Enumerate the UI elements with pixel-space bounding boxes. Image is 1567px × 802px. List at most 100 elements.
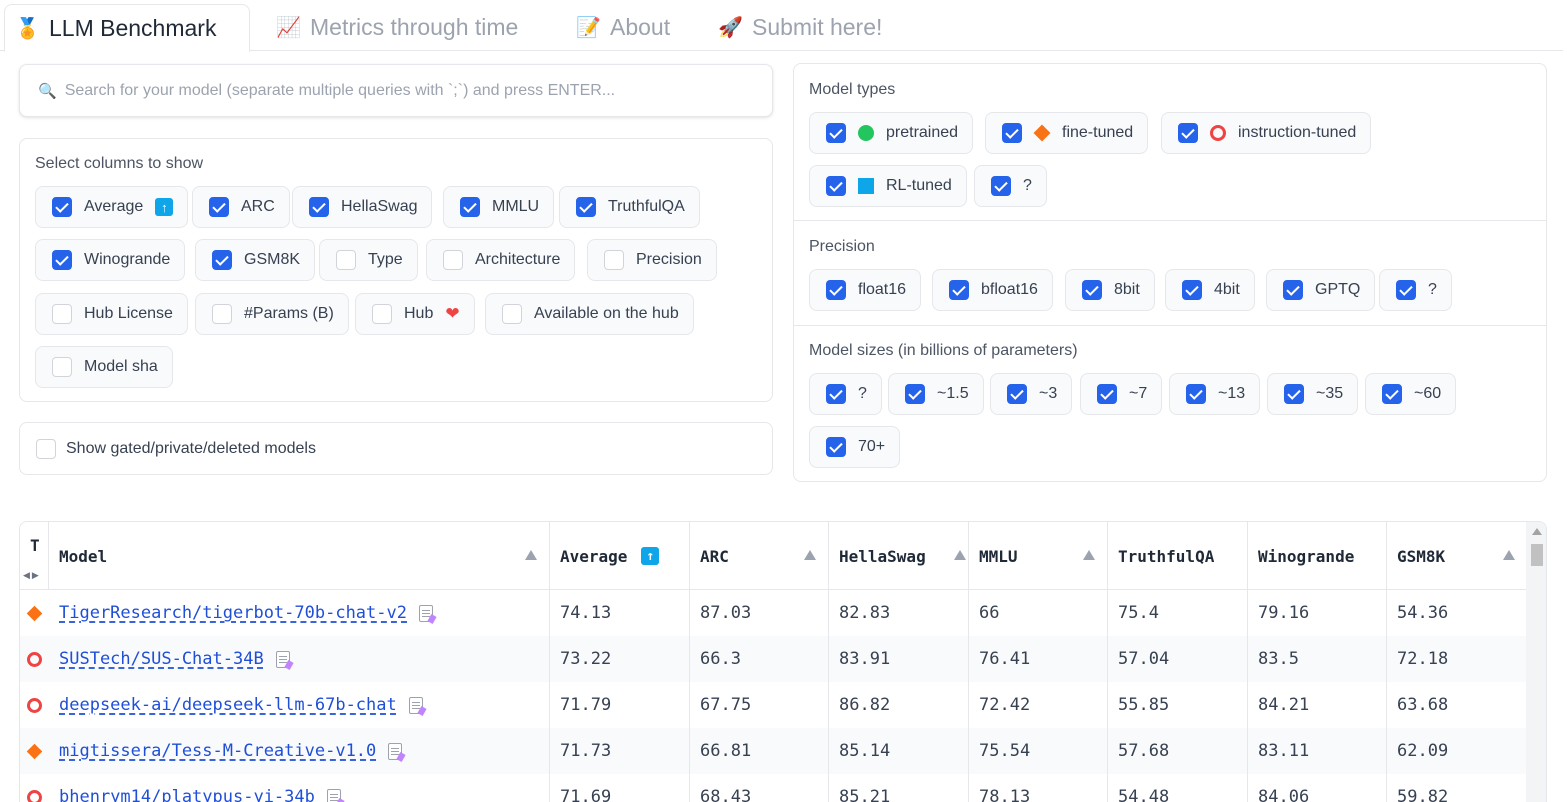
- column-option-params[interactable]: #Params (B): [195, 293, 349, 335]
- size-option-1-5[interactable]: ~1.5: [888, 373, 984, 415]
- checkbox[interactable]: [905, 384, 925, 404]
- checkbox[interactable]: [1097, 384, 1117, 404]
- checkbox[interactable]: [826, 437, 846, 457]
- tab-submit[interactable]: 🚀 Submit here!: [708, 4, 892, 51]
- checkbox[interactable]: [604, 250, 624, 270]
- checkbox[interactable]: [212, 250, 232, 270]
- checkbox[interactable]: [1186, 384, 1206, 404]
- column-resize-icon[interactable]: ◀▶: [23, 570, 41, 581]
- header-truthfulqa[interactable]: TruthfulQA: [1108, 522, 1248, 590]
- scroll-thumb[interactable]: [1531, 544, 1543, 566]
- type-option-pretrained[interactable]: pretrained: [809, 112, 974, 154]
- model-link[interactable]: SUSTech/SUS-Chat-34B: [59, 649, 264, 669]
- type-option-instruction-tuned[interactable]: instruction-tuned: [1161, 112, 1372, 154]
- gated-models-toggle[interactable]: Show gated/private/deleted models: [19, 422, 773, 475]
- checkbox[interactable]: [826, 384, 846, 404]
- checkbox[interactable]: [1007, 384, 1027, 404]
- type-option-fine-tuned[interactable]: fine-tuned: [985, 112, 1149, 154]
- type-column-header[interactable]: T ◀▶: [20, 522, 49, 590]
- checkbox[interactable]: [1002, 123, 1022, 143]
- precision-option-8bit[interactable]: 8bit: [1065, 269, 1155, 311]
- checkbox[interactable]: [52, 250, 72, 270]
- tab-about[interactable]: 📝 About: [566, 4, 680, 51]
- tab-llm-benchmark[interactable]: 🏅 LLM Benchmark: [4, 4, 250, 52]
- size-option-7[interactable]: ~7: [1080, 373, 1163, 415]
- size-option-13[interactable]: ~13: [1169, 373, 1261, 415]
- column-option-precision[interactable]: Precision: [587, 239, 717, 281]
- column-option-type[interactable]: Type: [319, 239, 418, 281]
- column-option-mmlu[interactable]: MMLU: [443, 186, 555, 228]
- header-mmlu[interactable]: MMLU: [969, 522, 1108, 590]
- checkbox[interactable]: [1382, 384, 1402, 404]
- precision-option-bfloat16[interactable]: bfloat16: [932, 269, 1053, 311]
- sort-icon[interactable]: [1503, 550, 1515, 560]
- header-model[interactable]: Model: [49, 522, 550, 590]
- checkbox[interactable]: [52, 304, 72, 324]
- header-winogrande[interactable]: Winogrande: [1248, 522, 1387, 590]
- type-option-rl-tuned[interactable]: RL-tuned: [809, 165, 967, 207]
- checkbox[interactable]: [826, 123, 846, 143]
- model-card-icon[interactable]: [408, 696, 423, 714]
- size-option-unknown[interactable]: ?: [809, 373, 882, 415]
- checkbox[interactable]: [209, 197, 229, 217]
- model-card-icon[interactable]: [388, 742, 403, 760]
- sort-icon[interactable]: [804, 550, 816, 560]
- checkbox[interactable]: [1284, 384, 1304, 404]
- column-option-hub-license[interactable]: Hub License: [35, 293, 188, 335]
- checkbox[interactable]: [1178, 123, 1198, 143]
- checkbox[interactable]: [336, 250, 356, 270]
- column-option-hellaswag[interactable]: HellaSwag: [292, 186, 433, 228]
- table-scrollbar[interactable]: [1526, 522, 1546, 802]
- checkbox[interactable]: [443, 250, 463, 270]
- model-card-icon[interactable]: [419, 604, 433, 622]
- checkbox[interactable]: [36, 438, 56, 459]
- type-option-unknown[interactable]: ?: [974, 165, 1047, 207]
- column-option-architecture[interactable]: Architecture: [426, 239, 576, 281]
- header-gsm8k[interactable]: GSM8K: [1387, 522, 1527, 590]
- model-card-icon[interactable]: [326, 788, 341, 802]
- checkbox[interactable]: [1182, 280, 1202, 300]
- sort-icon[interactable]: [1083, 550, 1095, 560]
- scroll-up-icon[interactable]: [1532, 528, 1542, 535]
- checkbox[interactable]: [52, 357, 72, 377]
- sort-icon[interactable]: [954, 550, 966, 560]
- column-option-available-on-hub[interactable]: Available on the hub: [485, 293, 694, 335]
- header-hellaswag[interactable]: HellaSwag: [829, 522, 969, 590]
- checkbox[interactable]: [502, 304, 522, 324]
- checkbox[interactable]: [1396, 280, 1416, 300]
- size-option-60[interactable]: ~60: [1365, 373, 1457, 415]
- tab-metrics-through-time[interactable]: 📈 Metrics through time: [266, 4, 528, 51]
- checkbox[interactable]: [1082, 280, 1102, 300]
- header-average[interactable]: Average ↑: [550, 522, 690, 590]
- column-option-gsm8k[interactable]: GSM8K: [195, 239, 316, 281]
- header-arc[interactable]: ARC: [690, 522, 829, 590]
- checkbox[interactable]: [826, 176, 846, 196]
- size-option-35[interactable]: ~35: [1267, 373, 1359, 415]
- model-link[interactable]: deepseek-ai/deepseek-llm-67b-chat: [59, 695, 397, 715]
- size-option-70-plus[interactable]: 70+: [809, 426, 901, 468]
- checkbox[interactable]: [826, 280, 846, 300]
- column-option-hub-likes[interactable]: Hub ❤: [355, 293, 475, 335]
- checkbox[interactable]: [309, 197, 329, 217]
- precision-option-4bit[interactable]: 4bit: [1165, 269, 1255, 311]
- checkbox[interactable]: [949, 280, 969, 300]
- model-link[interactable]: migtissera/Tess-M-Creative-v1.0: [59, 741, 376, 761]
- checkbox[interactable]: [52, 197, 72, 217]
- precision-option-gptq[interactable]: GPTQ: [1266, 269, 1376, 311]
- checkbox[interactable]: [1283, 280, 1303, 300]
- checkbox[interactable]: [212, 304, 232, 324]
- column-option-model-sha[interactable]: Model sha: [35, 346, 173, 388]
- column-option-arc[interactable]: ARC: [192, 186, 290, 228]
- sort-icon[interactable]: [525, 550, 537, 560]
- column-option-truthfulqa[interactable]: TruthfulQA: [559, 186, 700, 228]
- search-input[interactable]: [64, 81, 745, 100]
- column-option-winogrande[interactable]: Winogrande: [35, 239, 186, 281]
- precision-option-unknown[interactable]: ?: [1379, 269, 1452, 311]
- checkbox[interactable]: [372, 304, 392, 324]
- model-link[interactable]: bhenrym14/platypus-yi-34b: [59, 787, 315, 802]
- size-option-3[interactable]: ~3: [990, 373, 1073, 415]
- checkbox[interactable]: [460, 197, 480, 217]
- column-option-average[interactable]: Average ↑: [35, 186, 189, 228]
- checkbox[interactable]: [991, 176, 1011, 196]
- model-link[interactable]: TigerResearch/tigerbot-70b-chat-v2: [59, 603, 407, 623]
